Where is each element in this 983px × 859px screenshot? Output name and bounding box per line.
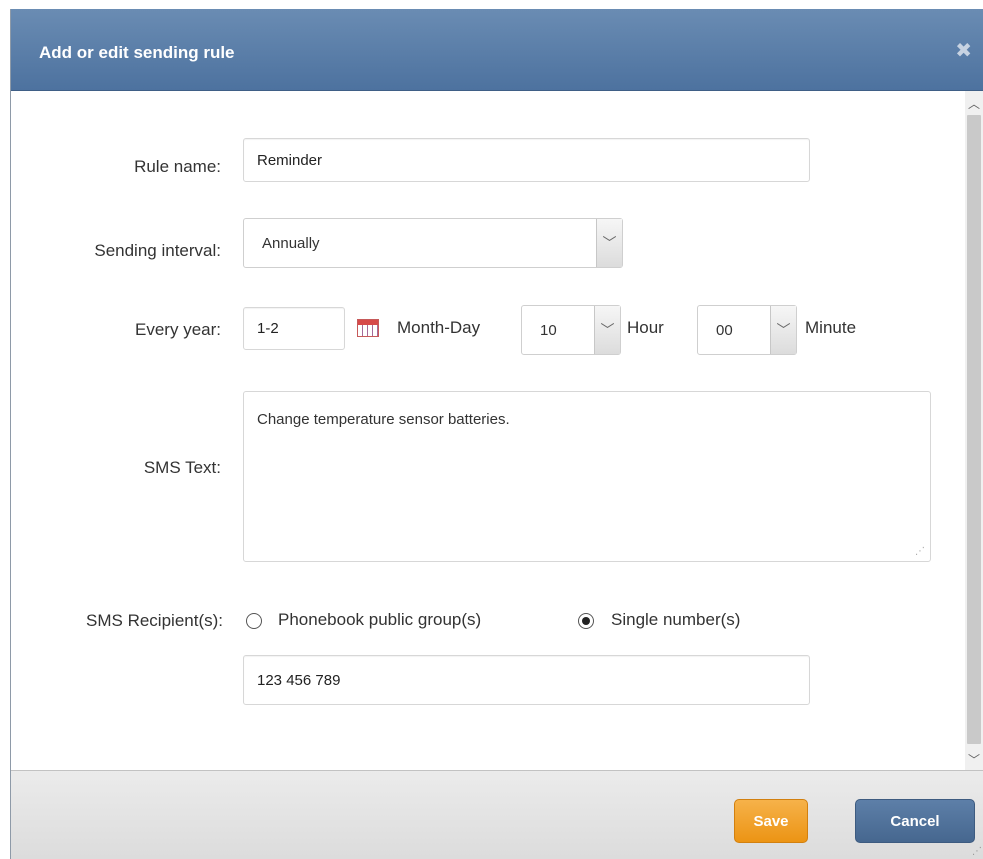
sms-text-textarea[interactable]: Change temperature sensor batteries. ⋰ — [243, 391, 931, 562]
phone-number-input[interactable]: 123 456 789 — [243, 655, 810, 705]
radio-single-number[interactable] — [578, 613, 594, 629]
dialog-footer: Save Cancel ⋰ — [11, 770, 983, 859]
vertical-scrollbar[interactable]: ︿ ﹀ — [965, 91, 983, 770]
sending-interval-label: Sending interval: — [94, 241, 221, 260]
sending-rule-dialog: Add or edit sending rule ✖ ︿ ﹀ Rule name… — [10, 9, 983, 859]
chevron-down-icon[interactable]: ﹀ — [596, 219, 622, 267]
sms-text-value: Change temperature sensor batteries. — [257, 411, 510, 428]
hour-select[interactable]: 10 ﹀ — [521, 305, 621, 355]
sending-interval-select[interactable]: Annually ﹀ — [243, 218, 623, 268]
month-day-input[interactable]: 1-2 — [243, 307, 345, 350]
cancel-button[interactable]: Cancel — [855, 799, 975, 843]
rule-name-value: Reminder — [257, 151, 323, 169]
month-day-value: 1-2 — [257, 320, 279, 337]
chevron-down-icon[interactable]: ﹀ — [770, 306, 796, 354]
sms-recipients-label: SMS Recipient(s): — [86, 611, 223, 630]
minute-value: 00 — [716, 321, 733, 339]
phonebook-group-label[interactable]: Phonebook public group(s) — [278, 610, 481, 630]
resize-grip-icon[interactable]: ⋰ — [915, 546, 925, 557]
single-number-label[interactable]: Single number(s) — [611, 610, 740, 630]
page-background — [0, 0, 983, 9]
hour-value: 10 — [540, 321, 557, 339]
every-year-label: Every year: — [135, 320, 221, 339]
close-icon[interactable]: ✖ — [955, 41, 972, 61]
scroll-up-icon[interactable]: ︿ — [968, 95, 980, 112]
dialog-resize-icon[interactable]: ⋰ — [972, 846, 982, 857]
scroll-thumb[interactable] — [967, 115, 981, 744]
sending-interval-value: Annually — [262, 234, 320, 252]
chevron-down-icon[interactable]: ﹀ — [594, 306, 620, 354]
hour-suffix: Hour — [627, 318, 664, 337]
radio-phonebook-group[interactable] — [246, 613, 262, 629]
minute-select[interactable]: 00 ﹀ — [697, 305, 797, 355]
month-day-suffix: Month-Day — [397, 318, 481, 337]
dialog-title: Add or edit sending rule — [39, 43, 235, 62]
rule-name-label: Rule name: — [134, 157, 221, 176]
sms-text-label: SMS Text: — [143, 458, 221, 477]
dialog-titlebar: Add or edit sending rule ✖ — [11, 9, 983, 91]
rule-name-input[interactable]: Reminder — [243, 138, 810, 182]
calendar-icon[interactable] — [357, 319, 379, 337]
save-button[interactable]: Save — [734, 799, 808, 843]
phone-number-value: 123 456 789 — [257, 671, 341, 689]
minute-suffix: Minute — [805, 318, 857, 337]
scroll-down-icon[interactable]: ﹀ — [968, 751, 980, 768]
